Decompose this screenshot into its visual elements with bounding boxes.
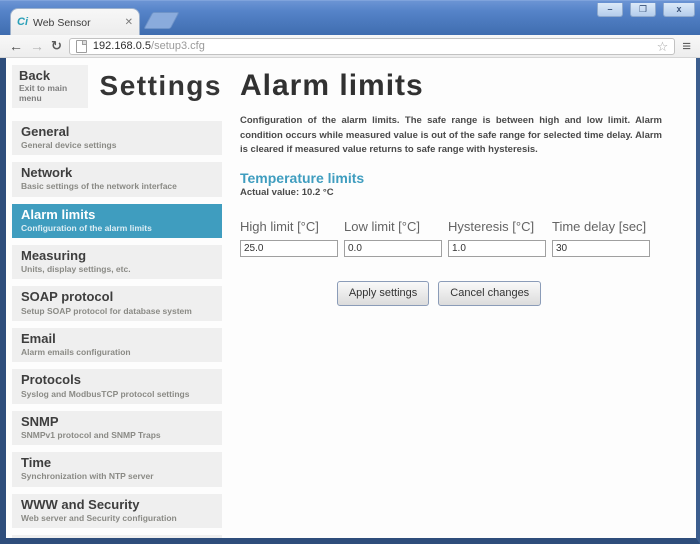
menu-item-label: SOAP protocol: [21, 289, 213, 305]
menu-item-label: General: [21, 124, 213, 140]
browser-window: Ci Web Sensor ✕ – ❐ x ← → ↻ 192.168.0.5/…: [0, 0, 700, 544]
url-text[interactable]: 192.168.0.5/setup3.cfg: [93, 40, 651, 52]
minimize-button[interactable]: –: [597, 3, 623, 17]
hysteresis-input[interactable]: [448, 240, 546, 257]
sidebar-item-snmp[interactable]: SNMP SNMPv1 protocol and SNMP Traps: [12, 411, 222, 445]
menu-item-subtitle: Syslog and ModbusTCP protocol settings: [21, 389, 213, 399]
high-limit-label: High limit [°C]: [240, 219, 338, 234]
sidebar-item-soap-protocol[interactable]: SOAP protocol Setup SOAP protocol for da…: [12, 286, 222, 320]
forward-nav-icon[interactable]: →: [30, 39, 44, 53]
menu-item-subtitle: Setup SOAP protocol for database system: [21, 306, 213, 316]
menu-item-subtitle: General device settings: [21, 140, 213, 150]
apply-settings-button[interactable]: Apply settings: [337, 281, 429, 306]
back-button[interactable]: Back Exit to main menu: [12, 65, 88, 108]
page-description: Configuration of the alarm limits. The s…: [240, 114, 662, 158]
site-favicon-icon: Ci: [17, 17, 28, 28]
tab-close-icon[interactable]: ✕: [125, 17, 133, 28]
menu-item-subtitle: Web server and Security configuration: [21, 513, 213, 523]
field-low-limit: Low limit [°C]: [344, 219, 442, 257]
high-limit-input[interactable]: [240, 240, 338, 257]
page-title: Alarm limits: [240, 69, 666, 102]
cancel-changes-button[interactable]: Cancel changes: [438, 281, 541, 306]
page-doc-icon: [76, 40, 87, 53]
page-content: Back Exit to main menu Settings General …: [0, 58, 700, 544]
browser-tab[interactable]: Ci Web Sensor ✕: [10, 8, 140, 36]
reload-icon[interactable]: ↻: [51, 38, 62, 54]
low-limit-input[interactable]: [344, 240, 442, 257]
section-title: Temperature limits: [240, 171, 666, 186]
menu-item-label: Alarm limits: [21, 207, 213, 223]
menu-item-label: Maintenance: [21, 538, 213, 544]
form-buttons: Apply settings Cancel changes: [226, 281, 652, 306]
tab-title: Web Sensor: [33, 17, 120, 29]
menu-item-subtitle: SNMPv1 protocol and SNMP Traps: [21, 430, 213, 440]
back-nav-icon[interactable]: ←: [9, 39, 23, 53]
low-limit-label: Low limit [°C]: [344, 219, 442, 234]
menu-item-label: Network: [21, 165, 213, 181]
main-content: Alarm limits Configuration of the alarm …: [240, 65, 666, 306]
back-label: Back: [19, 69, 81, 83]
sidebar-item-email[interactable]: Email Alarm emails configuration: [12, 328, 222, 362]
field-hysteresis: Hysteresis [°C]: [448, 219, 546, 257]
close-button[interactable]: x: [663, 3, 695, 17]
menu-item-label: Time: [21, 455, 213, 471]
settings-menu: General General device settings Network …: [12, 121, 222, 544]
sidebar-item-measuring[interactable]: Measuring Units, display settings, etc.: [12, 245, 222, 279]
limit-fields: High limit [°C] Low limit [°C] Hysteresi…: [240, 219, 666, 257]
sidebar-item-alarm-limits[interactable]: Alarm limits Configuration of the alarm …: [12, 204, 222, 238]
menu-item-label: Measuring: [21, 248, 213, 264]
url-host: 192.168.0.5: [93, 40, 151, 52]
browser-titlebar: Ci Web Sensor ✕ – ❐ x: [0, 0, 700, 35]
menu-item-subtitle: Units, display settings, etc.: [21, 264, 213, 274]
menu-item-subtitle: Configuration of the alarm limits: [21, 223, 213, 233]
new-tab-button[interactable]: [143, 12, 179, 29]
sidebar-item-maintenance[interactable]: Maintenance Factory defaults, info, etc.: [12, 535, 222, 544]
browser-toolbar: ← → ↻ 192.168.0.5/setup3.cfg ☆ ≡: [0, 35, 700, 58]
menu-item-label: WWW and Security: [21, 497, 213, 513]
menu-item-subtitle: Synchronization with NTP server: [21, 471, 213, 481]
field-time-delay: Time delay [sec]: [552, 219, 650, 257]
maximize-button[interactable]: ❐: [630, 3, 656, 17]
address-bar[interactable]: 192.168.0.5/setup3.cfg ☆: [69, 38, 675, 55]
back-subtitle: Exit to main menu: [19, 83, 81, 103]
actual-value: Actual value: 10.2 °C: [240, 187, 666, 198]
bookmark-star-icon[interactable]: ☆: [657, 40, 669, 53]
sidebar-item-www-security[interactable]: WWW and Security Web server and Security…: [12, 494, 222, 528]
menu-item-label: Protocols: [21, 372, 213, 388]
time-delay-label: Time delay [sec]: [552, 219, 650, 234]
settings-sidebar: Back Exit to main menu Settings General …: [12, 65, 222, 544]
sidebar-item-general[interactable]: General General device settings: [12, 121, 222, 155]
sidebar-item-protocols[interactable]: Protocols Syslog and ModbusTCP protocol …: [12, 369, 222, 403]
hysteresis-label: Hysteresis [°C]: [448, 219, 546, 234]
sidebar-item-time[interactable]: Time Synchronization with NTP server: [12, 452, 222, 486]
chrome-menu-icon[interactable]: ≡: [682, 39, 691, 54]
menu-item-subtitle: Alarm emails configuration: [21, 347, 213, 357]
time-delay-input[interactable]: [552, 240, 650, 257]
sidebar-title: Settings: [100, 72, 222, 100]
menu-item-label: Email: [21, 331, 213, 347]
field-high-limit: High limit [°C]: [240, 219, 338, 257]
window-controls: – ❐ x: [597, 3, 695, 17]
sidebar-item-network[interactable]: Network Basic settings of the network in…: [12, 162, 222, 196]
menu-item-label: SNMP: [21, 414, 213, 430]
menu-item-subtitle: Basic settings of the network interface: [21, 181, 213, 191]
url-path: /setup3.cfg: [151, 40, 205, 52]
